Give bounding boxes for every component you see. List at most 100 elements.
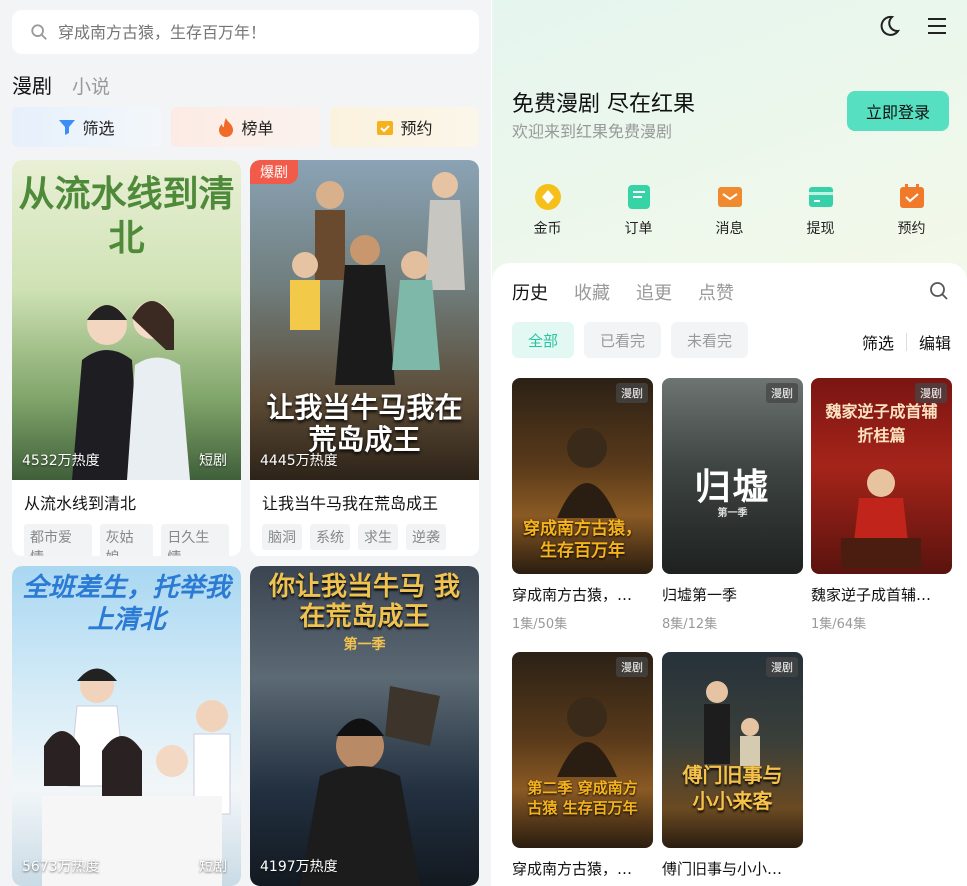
poster-art — [557, 697, 617, 777]
history-name: 魏家逆子成首辅… — [811, 586, 932, 604]
filter-link[interactable]: 筛选 — [862, 330, 894, 354]
tab-favorites[interactable]: 收藏 — [574, 279, 610, 305]
history-tabs: 历史 收藏 追更 点赞 — [512, 279, 734, 305]
tag[interactable]: 逆袭 — [406, 524, 446, 550]
tag[interactable]: 都市爱情 — [24, 524, 92, 556]
history-item[interactable]: 穿成南方古猿，生存百万年 漫剧 穿成南方古猿，… 1集/50集 — [512, 378, 653, 632]
history-name: 傅门旧事与小小… — [662, 860, 783, 878]
history-poster[interactable]: 傅门旧事与小小来客 漫剧 — [662, 652, 803, 848]
heat-count: 4445万热度 — [260, 453, 338, 469]
kind-badge: 漫剧 — [766, 657, 798, 677]
history-item[interactable]: 魏家逆子成首辅 折桂篇 漫剧 魏家逆子成首辅… 1集/64集 — [811, 378, 952, 632]
episode-progress: 8集/12集 — [662, 617, 718, 632]
quick-action-label: 金币 — [533, 221, 562, 237]
category-tabs: 漫剧 小说 — [12, 70, 110, 99]
history-item[interactable]: 第二季 穿成南方古猿 生存百万年 漫剧 穿成南方古猿，… — [512, 652, 653, 879]
tag[interactable]: 日久生情 — [161, 524, 230, 556]
moon-icon[interactable] — [877, 14, 901, 38]
quick-action-withdraw[interactable]: 提现 — [791, 182, 851, 238]
quick-action-messages[interactable]: 消息 — [700, 182, 760, 238]
ranking-button-label: 榜单 — [241, 119, 274, 138]
drama-poster[interactable]: 从流水线到清北 4532万热度 短剧 — [12, 160, 241, 480]
funnel-icon — [59, 120, 76, 135]
reserve-button[interactable]: 预约 — [330, 107, 479, 147]
kind-badge: 漫剧 — [616, 383, 648, 403]
quick-action-label: 预约 — [897, 221, 926, 237]
menu-icon[interactable] — [925, 14, 949, 38]
drama-title[interactable]: 让我当牛马我在荒岛成王 — [250, 480, 479, 514]
kind-badge: 漫剧 — [616, 657, 648, 677]
chip-finished[interactable]: 已看完 — [584, 322, 662, 358]
history-name: 穿成南方古猿，… — [512, 586, 633, 604]
edit-link[interactable]: 编辑 — [919, 330, 951, 354]
calendar-icon — [899, 184, 924, 208]
poster-title: 从流水线到清北 — [18, 173, 235, 259]
history-poster[interactable]: 归墟 第一季 漫剧 — [662, 378, 803, 574]
filter-bar: 筛选 榜单 预约 — [12, 107, 479, 147]
kind-label: 短剧 — [199, 453, 227, 469]
tab-history[interactable]: 历史 — [512, 279, 548, 305]
drama-card[interactable]: 让我当牛马我在荒岛成王 爆剧 4445万热度 让我当牛马我在荒岛成王 脑洞 系统… — [250, 160, 479, 556]
history-poster[interactable]: 第二季 穿成南方古猿 生存百万年 漫剧 — [512, 652, 653, 848]
tag-list: 都市爱情 灰姑娘 日久生情 — [12, 514, 241, 556]
quick-action-label: 提现 — [806, 221, 835, 237]
quick-action-label: 订单 — [624, 221, 653, 237]
poster-title: 归墟 — [694, 466, 771, 508]
drama-poster[interactable]: 让我当牛马我在荒岛成王 爆剧 4445万热度 — [250, 160, 479, 480]
tag[interactable]: 系统 — [310, 524, 350, 550]
tag[interactable]: 求生 — [358, 524, 398, 550]
poster-title: 魏家逆子成首辅 折桂篇 — [825, 402, 938, 445]
chip-all[interactable]: 全部 — [512, 322, 575, 358]
history-item[interactable]: 归墟 第一季 漫剧 归墟第一季 8集/12集 — [662, 378, 803, 632]
filter-button[interactable]: 筛选 — [12, 107, 161, 147]
heat-count: 5673万热度 — [22, 859, 100, 875]
tab-novel[interactable]: 小说 — [72, 72, 110, 99]
search-bar[interactable] — [12, 10, 479, 54]
drama-poster[interactable]: 你让我当牛马 我在荒岛成王 第一季 4197万热度 — [250, 566, 479, 886]
action-separator — [905, 333, 907, 351]
hot-badge: 爆剧 — [250, 160, 298, 184]
poster-title: 全班差生，托举我上清北 — [22, 573, 231, 635]
search-input[interactable] — [58, 22, 438, 42]
episode-progress: 1集/50集 — [512, 617, 568, 632]
chip-unfinished[interactable]: 未看完 — [671, 322, 749, 358]
hero-title: 免费漫剧 尽在红果 — [512, 92, 695, 117]
tab-likes[interactable]: 点赞 — [698, 279, 734, 305]
status-chips: 全部 已看完 未看完 — [512, 322, 749, 358]
history-item[interactable]: 傅门旧事与小小来客 漫剧 傅门旧事与小小… — [662, 652, 803, 879]
drama-poster[interactable]: 全班差生，托举我上清北 5673万热度 短剧 — [12, 566, 241, 886]
drama-title[interactable]: 从流水线到清北 — [12, 480, 241, 514]
search-icon[interactable] — [929, 281, 949, 301]
login-button[interactable]: 立即登录 — [847, 91, 949, 131]
wallet-icon — [808, 187, 833, 207]
drama-card[interactable]: 全班差生，托举我上清北 5673万热度 短剧 — [12, 566, 241, 886]
poster-title: 傅门旧事与小小来客 — [682, 763, 783, 813]
poster-title: 你让我当牛马 我在荒岛成王 — [268, 572, 461, 632]
poster-subtitle: 第一季 — [343, 637, 386, 653]
coin-icon — [534, 184, 561, 210]
history-poster[interactable]: 穿成南方古猿，生存百万年 漫剧 — [512, 378, 653, 574]
quick-action-label: 消息 — [715, 221, 744, 237]
poster-figures — [42, 668, 231, 886]
tab-comic-drama[interactable]: 漫剧 — [12, 70, 52, 99]
tab-following[interactable]: 追更 — [636, 279, 672, 305]
quick-action-reserve[interactable]: 预约 — [882, 182, 942, 238]
poster-figures — [290, 172, 465, 385]
history-name: 归墟第一季 — [662, 586, 738, 604]
quick-action-orders[interactable]: 订单 — [609, 182, 669, 238]
drama-card[interactable]: 从流水线到清北 4532万热度 短剧 从流水线到清北 都市爱情 灰姑娘 日久生情 — [12, 160, 241, 556]
history-name: 穿成南方古猿，… — [512, 860, 633, 878]
tag[interactable]: 脑洞 — [262, 524, 302, 550]
drama-card[interactable]: 你让我当牛马 我在荒岛成王 第一季 4197万热度 — [250, 566, 479, 886]
filter-button-label: 筛选 — [82, 119, 115, 138]
episode-progress: 1集/64集 — [811, 617, 867, 632]
poster-title: 第二季 穿成南方古猿 生存百万年 — [527, 779, 638, 817]
history-poster[interactable]: 魏家逆子成首辅 折桂篇 漫剧 — [811, 378, 952, 574]
kind-badge: 漫剧 — [766, 383, 798, 403]
quick-actions: 金币 订单 消息 提现 预约 — [492, 182, 967, 238]
quick-action-coins[interactable]: 金币 — [518, 182, 578, 238]
ranking-button[interactable]: 榜单 — [171, 107, 320, 147]
tag-list: 脑洞 系统 求生 逆袭 — [250, 514, 479, 556]
screen: 漫剧 小说 筛选 榜单 预约 从流水线到清北 4532万热度 — [0, 0, 967, 886]
tag[interactable]: 灰姑娘 — [99, 524, 154, 556]
